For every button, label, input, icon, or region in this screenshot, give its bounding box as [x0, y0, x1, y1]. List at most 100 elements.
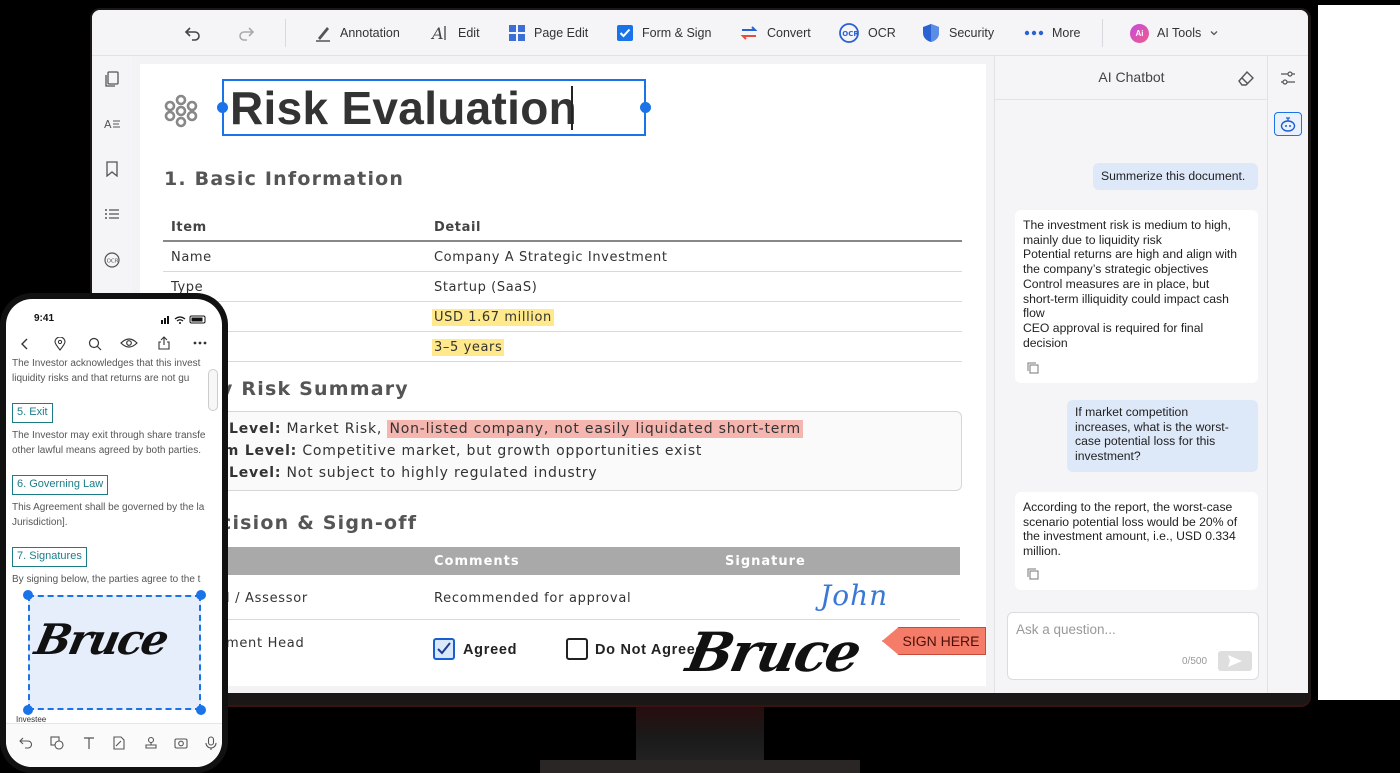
location-pin-icon[interactable]	[54, 337, 66, 351]
risk-summary-box: Level: Market Risk, Non-listed company, …	[200, 411, 962, 491]
copy-icon[interactable]	[1027, 568, 1039, 580]
risk-text: Not subject to highly regulated industry	[286, 465, 598, 481]
bookmark-icon[interactable]	[104, 161, 120, 177]
chatbot-header: AI Chatbot	[995, 56, 1268, 100]
ai-tools-label: AI Tools	[1157, 26, 1202, 40]
microphone-icon[interactable]	[205, 736, 217, 750]
settings-sliders-icon[interactable]	[1280, 70, 1296, 86]
phone-toolbar	[6, 329, 222, 355]
edit-button[interactable]: A Edit	[430, 10, 480, 56]
svg-text:A: A	[104, 118, 112, 131]
message-line: The investment risk is medium to high,	[1023, 218, 1231, 232]
undo-button[interactable]	[184, 10, 202, 56]
signature-john: John	[820, 579, 889, 612]
phone-bottom-toolbar	[6, 723, 222, 767]
message-line: If market competition	[1075, 405, 1189, 419]
phone-paragraph: The Investor acknowledges that this inve…	[12, 356, 200, 386]
page-edit-label: Page Edit	[534, 26, 589, 40]
phone-paragraph: By signing below, the parties agree to t…	[12, 574, 201, 585]
share-icon[interactable]	[158, 336, 170, 350]
edit-label: Edit	[458, 26, 480, 40]
resize-handle[interactable]	[23, 705, 33, 715]
character-counter: 0/500	[1182, 656, 1208, 667]
sign-here-tag[interactable]: SIGN HERE	[882, 627, 986, 655]
list-icon[interactable]	[104, 206, 120, 222]
undo-icon[interactable]	[19, 736, 33, 750]
more-dots-icon[interactable]	[193, 341, 207, 345]
message-line: million.	[1023, 544, 1061, 559]
phone-paragraph: The Investor may exit through share tran…	[12, 428, 205, 458]
checkbox-icon	[617, 25, 633, 41]
more-button[interactable]: More	[1024, 10, 1080, 56]
exit-section-tag[interactable]: 5. Exit	[12, 403, 53, 423]
resize-handle-right[interactable]	[640, 102, 651, 113]
send-button[interactable]	[1218, 651, 1252, 671]
eraser-icon[interactable]	[1237, 69, 1255, 87]
svg-text:OCR: OCR	[842, 30, 859, 38]
text-tool-icon[interactable]	[82, 736, 96, 750]
bot-message: According to the report, the worst-case …	[1015, 492, 1258, 590]
table-row: Type Startup (SaaS)	[163, 272, 962, 302]
search-icon[interactable]	[88, 337, 102, 351]
ask-question-input[interactable]: Ask a question... 0/500	[1007, 612, 1259, 680]
message-line: flow	[1023, 306, 1045, 321]
input-placeholder: Ask a question...	[1016, 622, 1116, 637]
form-sign-button[interactable]: Form & Sign	[616, 10, 711, 56]
document-sign-icon[interactable]	[112, 736, 126, 750]
paragraph-line: other lawful means agreed by both partie…	[12, 445, 201, 456]
signature-field[interactable]: Bruce	[28, 595, 201, 710]
toolbar-divider	[285, 19, 286, 47]
chatbot-title: AI Chatbot	[1098, 69, 1165, 85]
eye-icon[interactable]	[120, 337, 138, 349]
document-title[interactable]: Risk Evaluation	[230, 81, 577, 135]
chatbot-toggle-button[interactable]	[1274, 112, 1302, 136]
ai-badge-icon: Ai	[1130, 23, 1149, 43]
convert-button[interactable]: Convert	[739, 10, 811, 56]
back-icon[interactable]	[20, 338, 30, 350]
paragraph-line: liquidity risks and that returns are not…	[12, 373, 190, 384]
page-edit-button[interactable]: Page Edit	[508, 10, 588, 56]
signatures-tag[interactable]: 7. Signatures	[12, 547, 87, 567]
redo-button[interactable]	[237, 10, 255, 56]
pages-icon[interactable]	[104, 71, 120, 87]
signature-bruce: Bruce	[681, 620, 866, 684]
copy-icon[interactable]	[1027, 362, 1039, 374]
stamp-icon[interactable]	[144, 736, 158, 750]
resize-handle[interactable]	[196, 590, 206, 600]
annotation-button[interactable]: Annotation	[314, 10, 400, 56]
app-window: Annotation A Edit Page Edit Form & Sign …	[92, 10, 1308, 693]
risk-line-high: Level: Market Risk, Non-listed company, …	[229, 420, 803, 438]
message-line: the investment amount, i.e., USD 0.334	[1023, 529, 1236, 544]
ai-tools-button[interactable]: Ai AI Tools	[1130, 10, 1219, 56]
resize-handle[interactable]	[23, 590, 33, 600]
table-cell: Name	[171, 250, 212, 265]
column-header-comments: Comments	[434, 554, 520, 569]
ocr-sidebar-icon[interactable]: OCR	[104, 252, 120, 268]
resize-handle[interactable]	[196, 705, 206, 715]
document-page: Risk Evaluation 1. Basic Information Ite…	[140, 64, 986, 686]
paragraph-line: Jurisdiction].	[12, 517, 68, 528]
grid-icon	[509, 25, 525, 41]
risk-line-low: Level: Not subject to highly regulated i…	[229, 465, 597, 481]
monitor-stand-neck	[636, 700, 764, 762]
scrollbar[interactable]	[208, 369, 218, 411]
security-button[interactable]: Security	[921, 10, 994, 56]
message-line: CEO approval is required for final	[1023, 320, 1204, 335]
camera-icon[interactable]	[174, 736, 188, 750]
form-sign-label: Form & Sign	[642, 26, 712, 40]
agreed-checkbox[interactable]	[433, 638, 455, 660]
paragraph-line: The Investor may exit through share tran…	[12, 430, 206, 441]
resize-handle-left[interactable]	[217, 102, 228, 113]
more-label: More	[1052, 26, 1081, 40]
section-heading-basic-info: 1. Basic Information	[164, 168, 405, 190]
checkmark-icon	[437, 642, 451, 655]
shapes-icon[interactable]	[50, 736, 64, 750]
background-panel	[1318, 5, 1400, 700]
governing-law-tag[interactable]: 6. Governing Law	[12, 475, 109, 495]
message-line: According to the report, the worst-case	[1023, 500, 1233, 514]
monitor-stand-base	[540, 760, 860, 773]
text-outline-icon[interactable]: A	[104, 116, 120, 132]
not-agreed-checkbox[interactable]	[566, 638, 588, 660]
ocr-button[interactable]: OCR OCR	[838, 10, 896, 56]
section-heading-sign-off: cision & Sign-off	[220, 512, 418, 534]
